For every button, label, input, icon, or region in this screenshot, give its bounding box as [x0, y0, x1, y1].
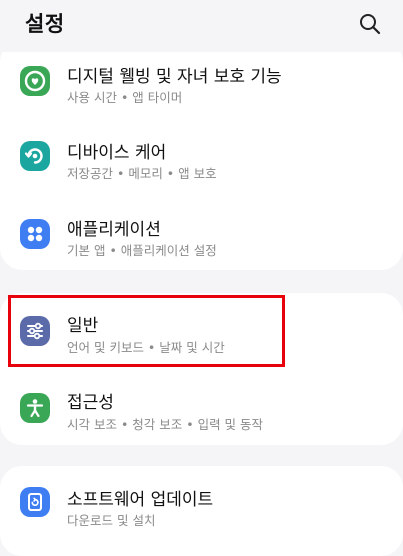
digital-wellbeing-icon: [20, 66, 50, 96]
software-update-icon: [20, 487, 50, 517]
settings-item-general-management[interactable]: 일반 언어 및 키보드 • 날짜 및 시간: [0, 293, 403, 369]
item-subtitle: 다운로드 및 설치: [67, 513, 156, 528]
app-header: 설정: [0, 0, 403, 52]
accessibility-icon: [20, 393, 50, 423]
item-subtitle: 사용 시간 • 앱 타이머: [67, 90, 183, 105]
settings-item-device-care[interactable]: 디바이스 케어 저장공간 • 메모리 • 앱 보호: [0, 118, 403, 196]
item-title: 소프트웨어 업데이트: [67, 490, 214, 510]
item-subtitle: 시각 보조 • 청각 보조 • 입력 및 동작: [67, 417, 264, 432]
settings-group-3: 소프트웨어 업데이트 다운로드 및 설치: [0, 466, 403, 556]
search-button[interactable]: [357, 11, 383, 37]
settings-group-1: 디지털 웰빙 및 자녀 보호 기능 사용 시간 • 앱 타이머 디바이스 케어 …: [0, 40, 403, 270]
item-subtitle: 언어 및 키보드 • 날짜 및 시간: [67, 340, 225, 355]
apps-icon: [20, 219, 50, 249]
item-subtitle: 저장공간 • 메모리 • 앱 보호: [67, 166, 217, 181]
settings-group-2: 일반 언어 및 키보드 • 날짜 및 시간 접근성 시각 보조 • 청각 보조 …: [0, 293, 403, 445]
item-title: 애플리케이션: [67, 220, 161, 240]
item-title: 일반: [67, 316, 99, 336]
general-management-icon: [20, 316, 50, 346]
item-title: 접근성: [67, 393, 114, 413]
settings-item-software-update[interactable]: 소프트웨어 업데이트 다운로드 및 설치: [0, 466, 403, 540]
item-subtitle: 기본 앱 • 애플리케이션 설정: [67, 243, 217, 258]
page-title: 설정: [25, 12, 65, 36]
settings-item-applications[interactable]: 애플리케이션 기본 앱 • 애플리케이션 설정: [0, 196, 403, 270]
search-icon: [360, 14, 381, 35]
settings-item-accessibility[interactable]: 접근성 시각 보조 • 청각 보조 • 입력 및 동작: [0, 369, 403, 445]
device-care-icon: [20, 141, 50, 171]
item-title: 디바이스 케어: [67, 143, 167, 163]
item-title: 디지털 웰빙 및 자녀 보호 기능: [67, 67, 282, 87]
